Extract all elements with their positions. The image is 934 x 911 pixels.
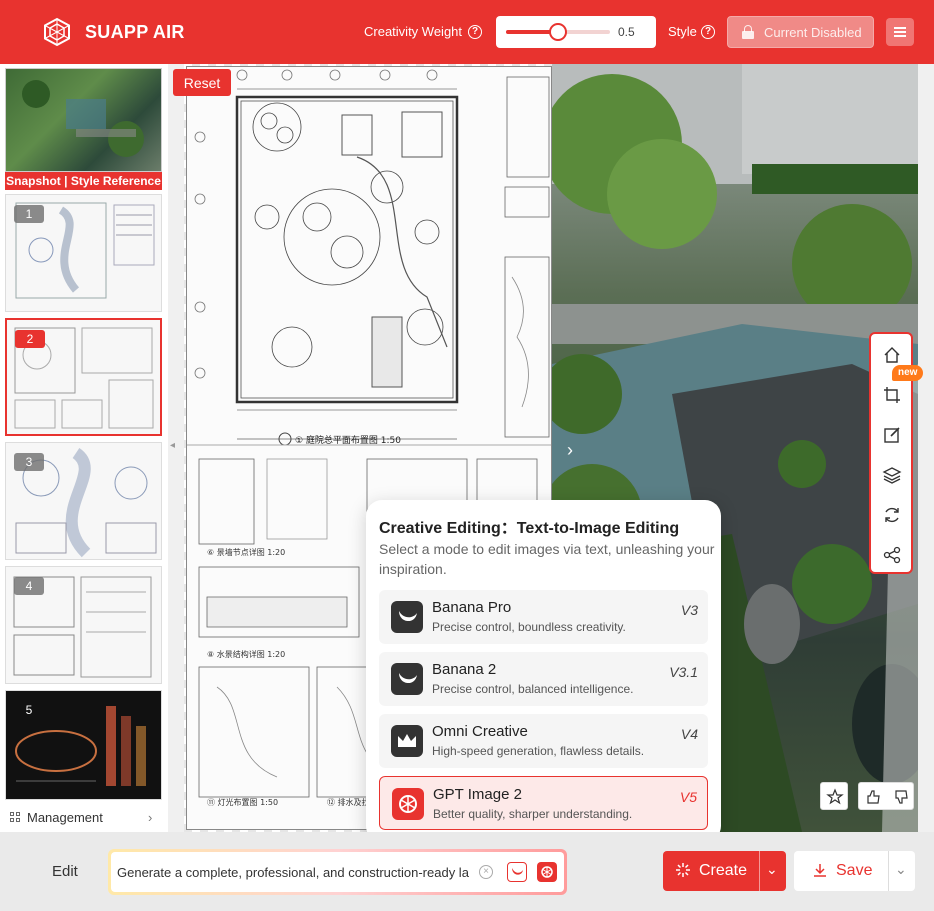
popup-description: Select a mode to edit images via text, u… — [379, 541, 715, 577]
snapshot-caption: Snapshot | Style Reference — [5, 172, 162, 190]
refresh-icon[interactable] — [881, 504, 903, 526]
model-version: V3.1 — [669, 664, 698, 680]
favorite-button[interactable] — [820, 782, 848, 810]
rating-buttons — [858, 782, 914, 810]
page-thumb-4[interactable]: 4 — [5, 566, 162, 684]
brand-name: SUAPP AIR — [85, 22, 185, 42]
sparkle-icon — [676, 863, 690, 877]
model-name: Banana 2 — [432, 661, 497, 678]
chevron-down-icon[interactable]: ⌄ — [895, 861, 907, 878]
slider-value: 0.5 — [618, 25, 635, 39]
snapshot-thumbnail[interactable] — [5, 68, 162, 172]
openai-icon — [541, 866, 553, 878]
creativity-slider[interactable]: 0.5 — [496, 16, 656, 48]
chevron-right-icon: › — [148, 810, 153, 825]
style-label: Style — [668, 24, 697, 39]
svg-text:⑪ 灯光布置图 1:50: ⑪ 灯光布置图 1:50 — [207, 797, 278, 807]
model-option-banana-pro[interactable]: Banana Pro Precise control, boundless cr… — [379, 590, 708, 644]
page-thumb-3[interactable]: 3 — [5, 442, 162, 560]
management-label: Management — [27, 810, 103, 825]
chevron-right-icon[interactable]: › — [567, 440, 573, 461]
popup-title: Creative Editing：Text-to-Image Editing — [379, 520, 680, 537]
model-option-gpt-image-2[interactable]: GPT Image 2 Better quality, sharper unde… — [379, 776, 708, 830]
sidebar: Snapshot | Style Reference 1 2 3 4 5 Man… — [0, 64, 168, 832]
lock-icon — [742, 25, 754, 39]
crown-icon — [391, 725, 423, 757]
edit-label: Edit — [52, 863, 78, 880]
model-name: GPT Image 2 — [433, 786, 522, 803]
prompt-box: × — [108, 849, 567, 895]
share-icon[interactable] — [881, 544, 903, 566]
prompt-inner: × — [111, 852, 564, 892]
model-description: Precise control, balanced intelligence. — [432, 682, 634, 696]
clear-icon[interactable]: × — [479, 865, 493, 879]
page-thumb-2[interactable]: 2 — [5, 318, 162, 436]
menu-icon-line — [894, 31, 906, 33]
gpt-mode-button[interactable] — [537, 862, 557, 882]
crop-icon[interactable] — [881, 384, 903, 406]
banana-icon — [512, 868, 523, 875]
create-button[interactable]: Create ⌄ — [663, 851, 786, 891]
creative-editing-popup: Creative Editing：Text-to-Image Editing S… — [366, 500, 721, 842]
menu-icon-line — [894, 35, 906, 37]
page-number-badge: 4 — [14, 577, 44, 595]
menu-icon-line — [894, 27, 906, 29]
layers-icon[interactable] — [881, 464, 903, 486]
slider-track[interactable] — [506, 23, 610, 41]
page-number-badge: 3 — [14, 453, 44, 471]
edit-icon[interactable] — [881, 424, 903, 446]
divider — [759, 851, 760, 891]
model-description: Better quality, sharper understanding. — [433, 807, 633, 821]
current-disabled-button[interactable]: Current Disabled — [727, 16, 874, 48]
banana-icon — [391, 663, 423, 695]
model-name: Banana Pro — [432, 599, 512, 616]
page-number-badge: 1 — [14, 205, 44, 223]
management-button[interactable]: Management › — [0, 804, 168, 832]
save-button[interactable]: Save ⌄ — [794, 851, 915, 891]
logo-icon — [44, 17, 70, 47]
reset-button[interactable]: Reset — [173, 69, 231, 96]
current-disabled-label: Current Disabled — [764, 24, 862, 40]
grid-icon — [10, 812, 21, 823]
creativity-help-icon[interactable]: ? — [468, 25, 482, 39]
page-number-badge: 2 — [15, 330, 45, 348]
banana-icon — [391, 601, 423, 633]
chevron-down-icon[interactable]: ⌄ — [766, 861, 778, 878]
style-help-icon[interactable]: ? — [701, 25, 715, 39]
star-icon — [826, 788, 844, 805]
collapse-sidebar-icon[interactable]: ◂ — [170, 440, 180, 454]
slider-thumb[interactable] — [549, 23, 567, 41]
garden-photo-thumb — [22, 80, 144, 157]
openai-icon — [392, 788, 424, 820]
top-bar: SUAPP AIR Creativity Weight ? 0.5 Style … — [0, 0, 934, 64]
model-name: Omni Creative — [432, 723, 528, 740]
bottom-bar: Edit × Create ⌄ Save ⌄ — [0, 832, 934, 911]
page-number-badge: 5 — [25, 703, 33, 717]
model-option-banana-2[interactable]: Banana 2 Precise control, balanced intel… — [379, 652, 708, 706]
save-label: Save — [836, 862, 873, 879]
model-option-omni-creative[interactable]: Omni Creative High-speed generation, fla… — [379, 714, 708, 768]
page-thumb-1[interactable]: 1 — [5, 194, 162, 312]
thumbs-up-icon[interactable] — [859, 783, 887, 811]
divider — [888, 851, 889, 891]
download-icon — [814, 864, 826, 877]
new-badge: new — [892, 365, 924, 381]
model-version: V4 — [680, 726, 698, 742]
home-icon[interactable] — [881, 344, 903, 366]
svg-text:⑧ 水景结构详图 1:20: ⑧ 水景结构详图 1:20 — [207, 649, 285, 659]
banana-mode-button[interactable] — [507, 862, 527, 882]
svg-text:⑥ 景墙节点详图 1:20: ⑥ 景墙节点详图 1:20 — [207, 547, 285, 557]
thumbs-down-icon[interactable] — [887, 783, 915, 811]
model-version: V5 — [679, 789, 697, 805]
create-label: Create — [699, 862, 748, 879]
svg-text:① 庭院总平面布置图 1:50: ① 庭院总平面布置图 1:50 — [295, 434, 401, 446]
model-description: Precise control, boundless creativity. — [432, 620, 626, 634]
model-version: V3 — [680, 602, 698, 618]
menu-button[interactable] — [886, 18, 914, 46]
prompt-input[interactable] — [117, 856, 472, 888]
creativity-weight-label: Creativity Weight — [364, 24, 463, 39]
model-description: High-speed generation, flawless details. — [432, 744, 645, 758]
page-thumb-5[interactable]: 5 — [5, 690, 162, 800]
